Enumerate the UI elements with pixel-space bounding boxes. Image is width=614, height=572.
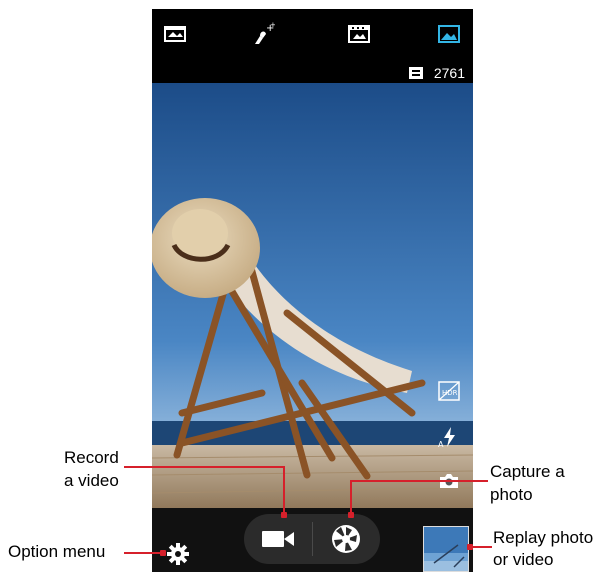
sd-card-icon <box>408 67 423 79</box>
capture-callout-dot <box>348 512 354 518</box>
record-callout-line <box>124 466 284 468</box>
viewfinder[interactable]: HDR A <box>152 83 473 513</box>
panorama-icon[interactable] <box>160 19 190 49</box>
shutter-controls <box>244 514 380 564</box>
beach-chair-scene <box>152 83 473 513</box>
svg-text:+: + <box>270 22 275 29</box>
record-callout-line1: Record <box>64 448 119 467</box>
option-menu-callout: Option menu <box>8 542 106 561</box>
auto-flash-icon[interactable]: A <box>437 425 461 449</box>
gear-icon[interactable] <box>166 542 190 566</box>
bottom-controls <box>152 508 473 572</box>
replay-callout-line2: or video <box>493 550 554 569</box>
replay-callout-dot <box>467 544 473 550</box>
capture-photo-button[interactable] <box>313 514 381 564</box>
record-callout-line2: a video <box>64 471 119 490</box>
mode-bar: + + 2761 <box>152 9 473 83</box>
beauty-magic-icon[interactable]: + + <box>248 19 278 49</box>
replay-callout-line1: Replay photo <box>493 528 594 547</box>
replay-callout-line <box>470 546 492 548</box>
record-callout-dot <box>281 512 287 518</box>
photo-mode-icon[interactable] <box>434 19 464 49</box>
storage-indicator: 2761 <box>408 65 465 81</box>
capture-callout-line2: photo <box>490 485 533 504</box>
video-mode-icon[interactable] <box>344 19 374 49</box>
camera-screen: + + 2761 HDR A <box>152 9 473 572</box>
capture-callout-line1: Capture a <box>490 462 565 481</box>
svg-text:A: A <box>438 440 444 449</box>
record-callout-line-down <box>283 466 285 514</box>
option-menu-callout-dot <box>160 550 166 556</box>
remaining-shots: 2761 <box>433 65 465 81</box>
shutter-aperture-icon <box>332 525 361 553</box>
last-capture-thumbnail[interactable] <box>423 526 469 572</box>
option-menu-callout-line <box>124 552 162 554</box>
video-camera-icon <box>261 531 294 547</box>
capture-callout-line-down <box>350 480 352 514</box>
hdr-icon[interactable]: HDR <box>437 379 461 403</box>
capture-callout-line <box>350 480 488 482</box>
record-video-button[interactable] <box>244 514 312 564</box>
